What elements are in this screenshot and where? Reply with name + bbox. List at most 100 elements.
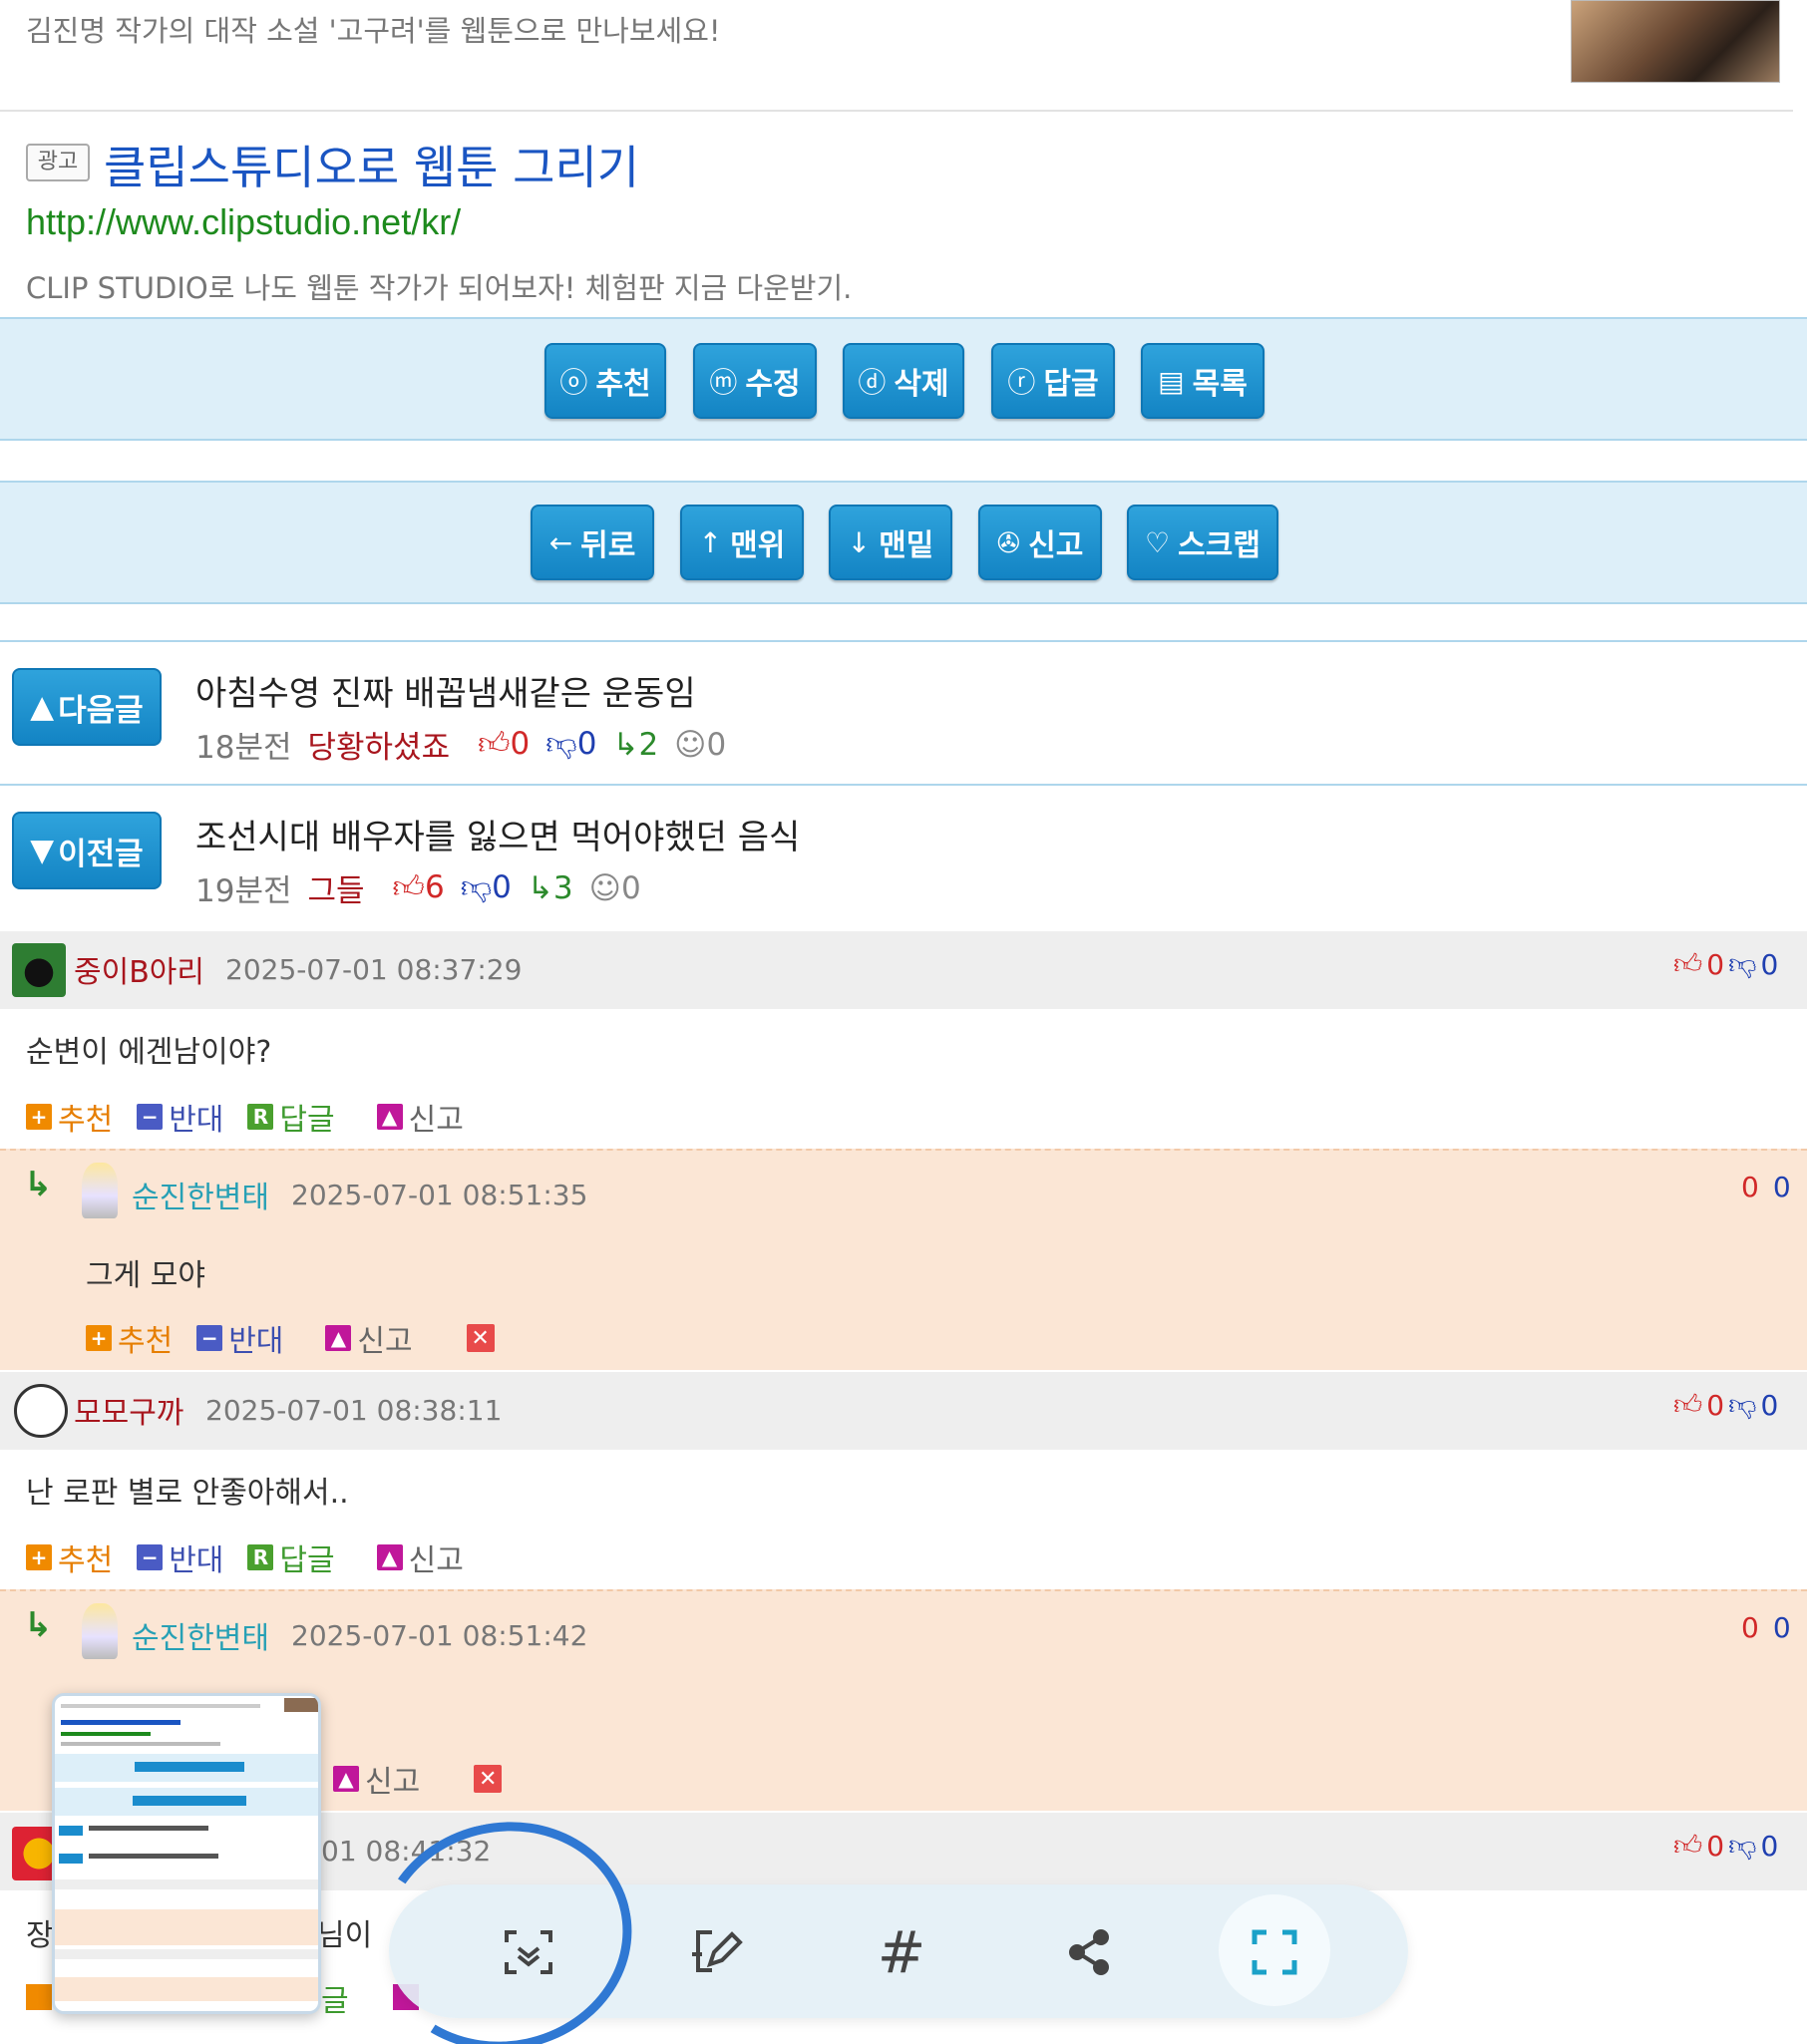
siren-icon: ▲ (376, 1104, 403, 1130)
reply-report-button[interactable]: ▲ 신고 (333, 1757, 420, 1801)
avatar[interactable] (82, 1603, 118, 1659)
triangle-down-icon: ▼ (30, 833, 55, 868)
thumbs-up-icon: 👍︎ (1673, 1388, 1703, 1421)
reply-arrow-icon: ↳ (24, 1605, 53, 1645)
ad-url-link[interactable]: http://www.clipstudio.net/kr/ (26, 201, 461, 243)
edit-button[interactable]: ⓜ 수정 (693, 343, 817, 419)
next-post-button[interactable]: ▲ 다음글 (12, 668, 162, 746)
prev-post-meta: 19분전 그들 👍︎6 👎︎0 ↳3 ☺0 (195, 865, 641, 910)
siren-icon: ▲ (325, 1325, 352, 1351)
reply-date: 2025-07-01 08:51:42 (291, 1619, 588, 1652)
reply-arrow-icon: ↳ (24, 1165, 53, 1204)
share-icon[interactable] (1041, 1904, 1137, 2000)
recommend-icon: ⓞ (559, 366, 588, 399)
comment-votes: 👍︎ 0 👎︎ 0 (1673, 1388, 1779, 1422)
recommend-button[interactable]: ⓞ 추천 (544, 343, 666, 419)
thumbs-down-icon: 👎︎ (1728, 1829, 1757, 1862)
ad-prev-description: 김진명 작가의 대작 소설 '고구려'를 웹툰으로 만나보세요! (26, 14, 721, 48)
emote-icon: ☺ (588, 869, 621, 906)
comment-reply-fragment[interactable]: 글 (321, 1976, 349, 2020)
delete-x-icon[interactable]: ✕ (466, 1324, 495, 1352)
reply-recommend-button[interactable]: + 추천 (86, 1316, 173, 1360)
plus-icon[interactable] (26, 1984, 52, 2010)
siren-icon: ▲ (376, 1544, 403, 1570)
delete-icon: ⓓ (858, 366, 887, 399)
reply-arrow-icon: ↳ (612, 726, 639, 763)
comment-oppose-button[interactable]: − 반대 (137, 1095, 223, 1139)
prev-post-row[interactable]: ▼ 이전글 조선시대 배우자를 잃으면 먹어야했던 음식 19분전 그들 👍︎6 … (0, 784, 1807, 931)
siren-icon: ▲ (333, 1766, 359, 1792)
comment-actions: + 추천 − 반대 R 답글 ▲ 신고 (26, 1095, 464, 1139)
reply-block: ↳ 순진한변태 2025-07-01 08:51:35 00 그게 모야 + 추천… (0, 1149, 1807, 1370)
reply-oppose-button[interactable]: − 반대 (196, 1316, 283, 1360)
hashtag-icon[interactable]: # (854, 1904, 949, 2000)
prev-post-author[interactable]: 그들 (308, 865, 365, 910)
emote-icon: ☺ (674, 726, 707, 763)
next-post-meta: 18분전 당황하셨죠 👍︎0 👎︎0 ↳2 ☺0 (195, 722, 726, 767)
reply-date: 2025-07-01 08:51:35 (291, 1179, 588, 1211)
screenshot-preview-thumbnail[interactable] (52, 1693, 321, 2014)
list-button[interactable]: ▤ 목록 (1141, 343, 1265, 419)
comment-recommend-button[interactable]: + 추천 (26, 1095, 113, 1139)
comment-report-button[interactable]: ▲ 신고 (376, 1095, 464, 1139)
avatar[interactable] (82, 1163, 118, 1218)
thumbs-up-icon: 👍︎ (478, 726, 511, 762)
thumbs-down-icon: 👎︎ (460, 869, 493, 905)
reply-r-icon: R (247, 1544, 274, 1570)
comment-date: 2025-07-01 08:37:29 (225, 953, 523, 986)
comment-oppose-button[interactable]: − 반대 (137, 1535, 223, 1579)
ad-thumbnail-image[interactable] (1571, 0, 1780, 83)
next-post-row[interactable]: ▲ 다음글 아침수영 진짜 배꼽냄새같은 운동임 18분전 당황하셨죠 👍︎0 👎… (0, 640, 1807, 786)
ad-title-link[interactable]: 클립스튜디오로 웹툰 그리기 (104, 132, 639, 197)
plus-icon: + (86, 1325, 112, 1351)
prev-post-title[interactable]: 조선시대 배우자를 잃으면 먹어야했던 음식 (195, 810, 800, 858)
comment-body: 장 (26, 1918, 54, 1953)
comment-body-fragment: 님이 (317, 1918, 373, 1953)
reply-nick[interactable]: 순진한변태 (132, 1173, 269, 1216)
reply-votes: 00 (1741, 1611, 1791, 1644)
minus-icon: − (137, 1544, 164, 1570)
comment-report-button[interactable]: ▲ 신고 (376, 1535, 464, 1579)
reply-votes: 00 (1741, 1171, 1791, 1203)
avatar[interactable] (12, 943, 66, 997)
reply-button[interactable]: ⓡ 답글 (991, 343, 1115, 419)
comment-reply-button[interactable]: R 답글 (247, 1535, 335, 1579)
ad-description: CLIP STUDIO로 나도 웹툰 작가가 되어보자! 체험판 지금 다운받기… (26, 271, 853, 305)
comment-nick[interactable]: 모모구까 (74, 1388, 183, 1432)
avatar[interactable] (14, 1384, 68, 1438)
arrow-up-icon: ↑ (698, 525, 723, 559)
delete-button[interactable]: ⓓ 삭제 (843, 343, 964, 419)
scrap-button[interactable]: ♡ 스크랩 (1127, 505, 1278, 580)
reply-nick[interactable]: 순진한변태 (132, 1613, 269, 1657)
post-action-bar: ⓞ 추천 ⓜ 수정 ⓓ 삭제 ⓡ 답글 ▤ 목록 (0, 317, 1807, 441)
heart-icon: ♡ (1145, 525, 1171, 559)
top-button[interactable]: ↑ 맨위 (680, 505, 804, 580)
report-icon: ✇ (996, 525, 1021, 559)
comment-votes: 👍︎ 0 👎︎ 0 (1673, 1829, 1779, 1863)
bottom-button[interactable]: ↓ 맨밑 (829, 505, 952, 580)
reply-actions: ▲ 신고 ✕ (333, 1757, 503, 1801)
comment-nick[interactable]: 중이B아리 (74, 947, 204, 991)
thumbs-up-icon: 👍︎ (392, 869, 425, 905)
back-button[interactable]: ← 뒤로 (531, 505, 654, 580)
report-button[interactable]: ✇ 신고 (978, 505, 1102, 580)
reply-body: 그게 모야 (86, 1258, 205, 1293)
comment-header: 모모구까 2025-07-01 08:38:11 👍︎ 0 👎︎ 0 (0, 1372, 1807, 1450)
next-post-title[interactable]: 아침수영 진짜 배꼽냄새같은 운동임 (195, 666, 696, 715)
reply-r-icon: R (247, 1104, 274, 1130)
thumbs-up-icon: 👍︎ (1673, 947, 1703, 980)
plus-icon: + (26, 1544, 52, 1570)
prev-post-button[interactable]: ▼ 이전글 (12, 812, 162, 889)
comment-actions: + 추천 − 반대 R 답글 ▲ 신고 (26, 1535, 464, 1579)
comment-recommend-button[interactable]: + 추천 (26, 1535, 113, 1579)
next-post-author[interactable]: 당황하셨죠 (308, 722, 451, 767)
comment-reply-button[interactable]: R 답글 (247, 1095, 335, 1139)
comment-body: 순변이 에겐남이야? (26, 1035, 272, 1070)
comment-votes: 👍︎ 0 👎︎ 0 (1673, 947, 1779, 981)
reply-report-button[interactable]: ▲ 신고 (325, 1316, 413, 1360)
edit-icon[interactable] (668, 1904, 764, 2000)
plus-icon: + (26, 1104, 52, 1130)
delete-x-icon[interactable]: ✕ (474, 1765, 503, 1793)
arrow-left-icon: ← (548, 525, 573, 559)
capture-frame-icon[interactable] (1227, 1904, 1322, 2000)
